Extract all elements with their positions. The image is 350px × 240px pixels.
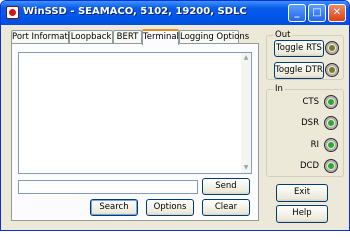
dcd-label: DCD — [299, 161, 319, 171]
window-title: WinSSD - SEAMACO, 5102, 19200, SDLC — [23, 6, 247, 17]
tab-bert[interactable]: BERT — [113, 30, 142, 44]
app-window: WinSSD - SEAMACO, 5102, 19200, SDLC _ □ … — [0, 0, 350, 231]
options-button[interactable]: Options — [146, 199, 194, 216]
dsr-led-icon — [324, 116, 338, 130]
search-button[interactable]: Search — [90, 199, 138, 216]
scroll-up-icon[interactable]: ▲ — [241, 53, 251, 63]
tab-port-information[interactable]: Port Information — [11, 30, 81, 44]
out-group: Out Toggle RTS Toggle DTR — [266, 30, 344, 80]
toggle-rts-button[interactable]: Toggle RTS — [274, 40, 324, 57]
cts-led-icon — [324, 95, 338, 109]
send-button[interactable]: Send — [202, 178, 250, 195]
tab-terminal[interactable]: Terminal — [142, 29, 179, 45]
vertical-scrollbar[interactable]: ▲ ▼ — [241, 53, 251, 173]
tab-logging-options[interactable]: Logging Options — [179, 30, 249, 44]
in-group-label: In — [273, 84, 285, 94]
maximize-button[interactable]: □ — [308, 4, 326, 22]
send-input[interactable] — [18, 180, 198, 194]
minimize-button[interactable]: _ — [288, 4, 306, 22]
scroll-down-icon[interactable]: ▼ — [241, 163, 251, 173]
terminal-output[interactable]: ▲ ▼ — [18, 52, 252, 174]
toggle-dtr-button[interactable]: Toggle DTR — [274, 62, 324, 79]
help-button[interactable]: Help — [276, 205, 328, 223]
close-button[interactable]: ✕ — [328, 4, 346, 22]
exit-button[interactable]: Exit — [276, 184, 328, 202]
title-bar[interactable]: WinSSD - SEAMACO, 5102, 19200, SDLC _ □ … — [1, 1, 349, 25]
dsr-label: DSR — [301, 118, 319, 128]
ri-label: RI — [310, 140, 319, 150]
clear-button[interactable]: Clear — [202, 199, 250, 216]
terminal-panel: ▲ ▼ Send Search Options Clear — [11, 43, 259, 221]
tab-loopback[interactable]: Loopback — [69, 30, 113, 44]
rts-led-icon — [325, 41, 339, 55]
app-icon[interactable] — [6, 6, 19, 19]
dtr-led-icon — [325, 63, 339, 77]
cts-label: CTS — [302, 97, 319, 107]
out-group-label: Out — [273, 30, 293, 40]
ri-led-icon — [324, 138, 338, 152]
in-group: In CTS DSR RI DCD — [266, 84, 344, 177]
dcd-led-icon — [324, 159, 338, 173]
